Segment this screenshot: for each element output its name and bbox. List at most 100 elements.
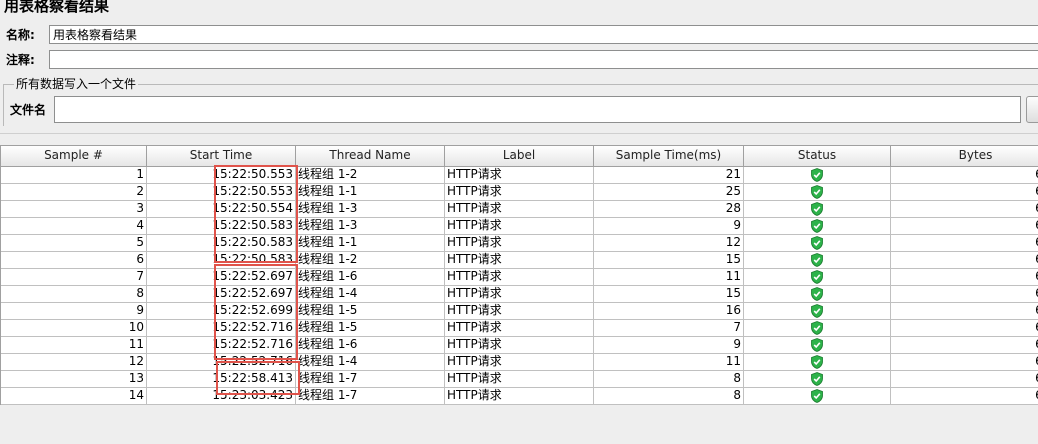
- cell-thread-name: 线程组 1-4: [296, 286, 445, 302]
- cell-sample: 12: [1, 354, 147, 370]
- table-row[interactable]: 1415:23:03.423线程组 1-7HTTP请求8645: [1, 388, 1038, 405]
- cell-sample: 10: [1, 320, 147, 336]
- table-row[interactable]: 1015:22:52.716线程组 1-5HTTP请求7645: [1, 320, 1038, 337]
- cell-sample: 2: [1, 184, 147, 200]
- cell-bytes: 645: [891, 320, 1038, 336]
- table-body: 115:22:50.553线程组 1-2HTTP请求21645215:22:50…: [1, 167, 1038, 405]
- name-input[interactable]: [49, 25, 1038, 44]
- success-shield-icon: [810, 355, 824, 370]
- cell-bytes: 645: [891, 252, 1038, 268]
- cell-sample: 7: [1, 269, 147, 285]
- cell-status: [744, 320, 891, 336]
- cell-status: [744, 337, 891, 353]
- cell-thread-name: 线程组 1-1: [296, 235, 445, 251]
- cell-status: [744, 354, 891, 370]
- cell-sample: 6: [1, 252, 147, 268]
- success-shield-icon: [810, 236, 824, 251]
- filename-input[interactable]: [54, 96, 1021, 123]
- cell-label: HTTP请求: [445, 337, 594, 353]
- cell-sample-time: 25: [594, 184, 744, 200]
- cell-status: [744, 218, 891, 234]
- column-header-thread-name[interactable]: Thread Name: [296, 146, 445, 166]
- cell-thread-name: 线程组 1-4: [296, 354, 445, 370]
- success-shield-icon: [810, 270, 824, 285]
- highlight-box-group-3: [216, 361, 300, 395]
- cell-label: HTTP请求: [445, 218, 594, 234]
- comment-label: 注释:: [6, 53, 35, 67]
- name-label: 名称:: [6, 28, 35, 42]
- table-header: Sample # Start Time Thread Name Label Sa…: [1, 146, 1038, 167]
- cell-status: [744, 371, 891, 387]
- column-header-sample[interactable]: Sample #: [1, 146, 147, 166]
- cell-bytes: 645: [891, 388, 1038, 404]
- table-row[interactable]: 1315:22:58.413线程组 1-7HTTP请求8645: [1, 371, 1038, 388]
- cell-bytes: 645: [891, 201, 1038, 217]
- divider: [0, 133, 1038, 134]
- filename-label: 文件名: [10, 103, 47, 117]
- page-title: 用表格察看结果: [4, 0, 110, 15]
- table-row[interactable]: 1215:22:52.716线程组 1-4HTTP请求11645: [1, 354, 1038, 371]
- table-row[interactable]: 715:22:52.697线程组 1-6HTTP请求11645: [1, 269, 1038, 286]
- cell-bytes: 645: [891, 371, 1038, 387]
- cell-label: HTTP请求: [445, 354, 594, 370]
- cell-status: [744, 252, 891, 268]
- cell-label: HTTP请求: [445, 167, 594, 183]
- table-row[interactable]: 515:22:50.583线程组 1-1HTTP请求12645: [1, 235, 1038, 252]
- success-shield-icon: [810, 321, 824, 336]
- success-shield-icon: [810, 372, 824, 387]
- success-shield-icon: [810, 338, 824, 353]
- cell-label: HTTP请求: [445, 184, 594, 200]
- cell-status: [744, 286, 891, 302]
- cell-thread-name: 线程组 1-1: [296, 184, 445, 200]
- cell-status: [744, 269, 891, 285]
- cell-thread-name: 线程组 1-5: [296, 303, 445, 319]
- table-row[interactable]: 915:22:52.699线程组 1-5HTTP请求16645: [1, 303, 1038, 320]
- cell-label: HTTP请求: [445, 235, 594, 251]
- table-row[interactable]: 215:22:50.553线程组 1-1HTTP请求25645: [1, 184, 1038, 201]
- cell-sample: 8: [1, 286, 147, 302]
- cell-bytes: 645: [891, 269, 1038, 285]
- cell-thread-name: 线程组 1-7: [296, 388, 445, 404]
- cell-status: [744, 184, 891, 200]
- table-row[interactable]: 415:22:50.583线程组 1-3HTTP请求9645: [1, 218, 1038, 235]
- cell-sample: 11: [1, 337, 147, 353]
- column-header-label[interactable]: Label: [445, 146, 594, 166]
- cell-thread-name: 线程组 1-6: [296, 337, 445, 353]
- column-header-bytes[interactable]: Bytes: [891, 146, 1038, 166]
- cell-sample-time: 11: [594, 354, 744, 370]
- browse-button[interactable]: [1026, 96, 1038, 123]
- highlight-box-group-1: [214, 165, 298, 263]
- success-shield-icon: [810, 202, 824, 217]
- comment-input[interactable]: [49, 50, 1038, 69]
- cell-sample-time: 8: [594, 388, 744, 404]
- table-row[interactable]: 815:22:52.697线程组 1-4HTTP请求15645: [1, 286, 1038, 303]
- cell-sample: 3: [1, 201, 147, 217]
- cell-status: [744, 167, 891, 183]
- success-shield-icon: [810, 304, 824, 319]
- cell-status: [744, 388, 891, 404]
- cell-sample: 5: [1, 235, 147, 251]
- success-shield-icon: [810, 185, 824, 200]
- column-header-status[interactable]: Status: [744, 146, 891, 166]
- column-header-sample-time[interactable]: Sample Time(ms): [594, 146, 744, 166]
- cell-sample: 1: [1, 167, 147, 183]
- success-shield-icon: [810, 219, 824, 234]
- table-row[interactable]: 1115:22:52.716线程组 1-6HTTP请求9645: [1, 337, 1038, 354]
- cell-sample: 14: [1, 388, 147, 404]
- cell-label: HTTP请求: [445, 269, 594, 285]
- cell-thread-name: 线程组 1-6: [296, 269, 445, 285]
- cell-status: [744, 303, 891, 319]
- success-shield-icon: [810, 389, 824, 404]
- table-row[interactable]: 615:22:50.583线程组 1-2HTTP请求15645: [1, 252, 1038, 269]
- cell-bytes: 645: [891, 184, 1038, 200]
- table-row[interactable]: 315:22:50.554线程组 1-3HTTP请求28645: [1, 201, 1038, 218]
- cell-bytes: 645: [891, 286, 1038, 302]
- table-row[interactable]: 115:22:50.553线程组 1-2HTTP请求21645: [1, 167, 1038, 184]
- cell-sample-time: 7: [594, 320, 744, 336]
- cell-sample-time: 9: [594, 218, 744, 234]
- cell-bytes: 645: [891, 354, 1038, 370]
- column-header-start-time[interactable]: Start Time: [147, 146, 296, 166]
- cell-thread-name: 线程组 1-3: [296, 201, 445, 217]
- cell-thread-name: 线程组 1-2: [296, 167, 445, 183]
- cell-sample: 9: [1, 303, 147, 319]
